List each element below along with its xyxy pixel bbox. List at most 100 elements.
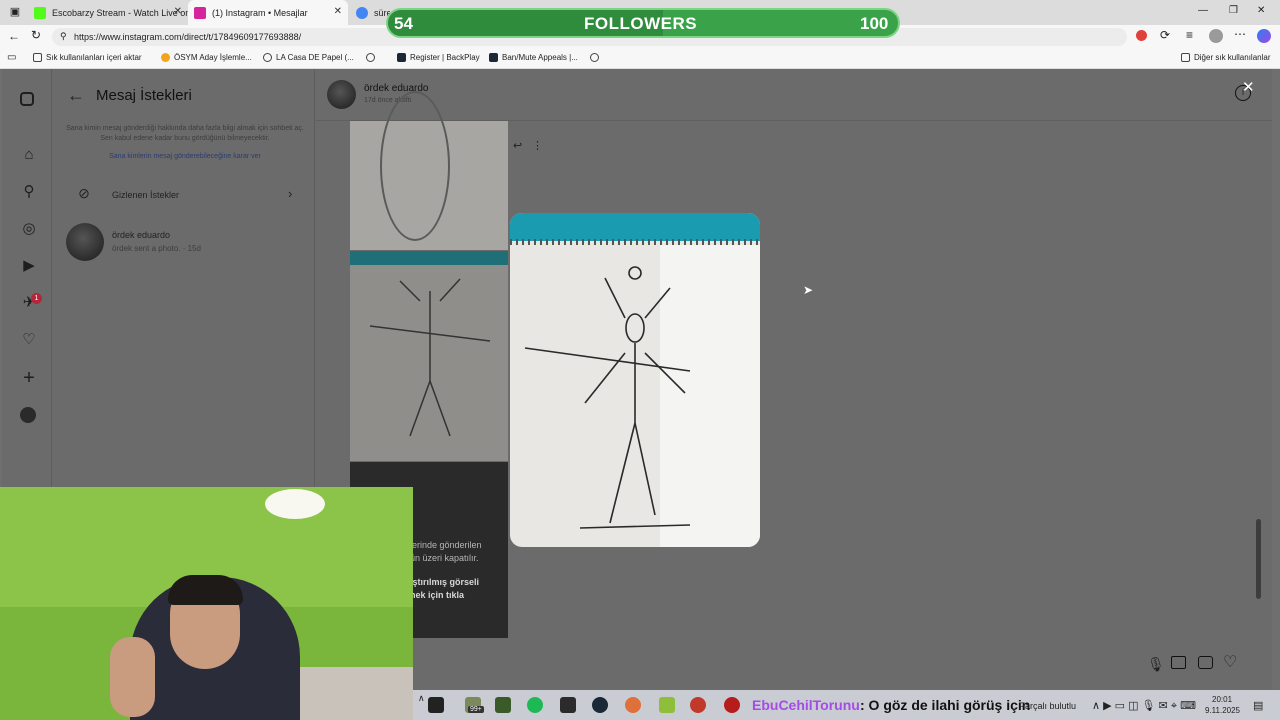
tab-title: (1) Instagram • Mesajlar [212,7,308,18]
sketch-figure [524,266,691,529]
chat-message: : O göz de ilahi görüş için [860,697,1031,713]
hidden-requests-label: Gizlenen İstekler [112,190,180,200]
notification-badge: 1 [31,293,42,304]
import-icon [33,53,42,62]
close-icon[interactable]: ✕ [1242,78,1255,96]
notice-action[interactable]: nek için tıkla [410,590,464,600]
search-icon[interactable]: ⚲ [20,183,38,201]
app-icon[interactable] [659,697,675,713]
app-icon[interactable] [625,697,641,713]
microphone-icon[interactable]: 🎙 [1147,656,1165,673]
requests-info: Sana kimin mesaj gönderdiği hakkında dah… [66,125,304,142]
steam-icon[interactable] [592,697,608,713]
notebook-cover [350,251,508,265]
google-icon [356,6,368,19]
scrollbar[interactable] [1256,519,1261,599]
notice-text: ün üzeri kapatılır. [410,553,479,563]
thread-name: ördek eduardo [112,230,171,240]
close-icon[interactable]: ✕ [334,6,342,17]
bookmark-other[interactable]: Diğer sık kullanılanlar [1181,53,1270,62]
webcam-feed [0,487,413,720]
heart-icon[interactable]: ♡ [1223,652,1237,672]
photo-message[interactable] [350,91,508,250]
globe-icon [263,53,272,62]
followers-label: FOLLOWERS [584,14,698,33]
app-icon[interactable] [495,697,511,713]
weather-text[interactable]: Parçalı bulutlu [1019,701,1076,711]
bookmark-osym[interactable]: ÖSYM Aday İşlemle... [161,53,252,62]
steam-icon [397,53,406,62]
maximize-button[interactable]: ❐ [1229,5,1238,16]
kick-icon [34,6,46,19]
tab-title: Escobarzy Stream - Watch Live on [52,7,188,18]
followers-goal-bar: 54 FOLLOWERS 100 [386,8,900,38]
tab-google[interactable]: sürek [350,0,390,25]
bookmark-import[interactable]: Sık kullanılanları içeri aktar [33,53,142,62]
home-icon[interactable]: ⌂ [20,146,38,164]
tab-actions-icon[interactable]: ▣ [8,5,22,19]
show-hidden-icon[interactable]: ∧ [418,693,425,704]
hidden-requests-row[interactable]: ⊘ Gizlenen İstekler › [53,177,315,213]
mouse-cursor-icon: ➤ [803,283,814,297]
spotify-icon[interactable] [527,697,543,713]
app-icon[interactable] [724,697,740,713]
tab-kick[interactable]: Escobarzy Stream - Watch Live on ✕ [28,0,188,25]
bookmark-sidebar-icon[interactable]: ▭ [7,52,16,63]
bookmark-ban-appeals[interactable]: Ban/Mute Appeals |... [489,53,578,62]
chat-panel: ördek eduardo 17d önce aktifti i lerinde… [316,69,1272,690]
sync-icon[interactable]: ⟳ [1160,28,1170,42]
osym-icon [161,53,170,62]
steam-icon [489,53,498,62]
photo-preview[interactable] [510,213,760,547]
instagram-icon[interactable] [20,92,34,106]
hair [168,575,243,605]
bookmark-la-casa[interactable]: LA Casa DE Papel (... [263,53,354,62]
collections-icon[interactable]: ≡ [1186,28,1193,42]
tab-instagram[interactable]: (1) Instagram • Mesajlar ✕ [188,0,348,25]
ceiling-light [265,489,325,519]
nvidia-icon[interactable] [428,697,444,713]
profile-avatar-icon[interactable] [1209,29,1223,43]
refresh-icon[interactable]: ↻ [31,28,41,42]
sketch-shape [380,91,450,241]
bookmark-globe-2[interactable] [590,53,603,62]
image-icon[interactable] [1171,656,1186,669]
clock-date[interactable]: 9.11.2025 [1205,706,1240,715]
reels-icon[interactable]: ▶ [20,257,38,275]
chat-username: EbuCehilTorunu [752,697,860,713]
tray-icons[interactable]: ∧ ▶ ▭ ◫ 🎙 ✉ ⌖ ⌨ [1092,699,1196,713]
clock-time[interactable]: 20:01 [1212,695,1232,704]
site-info-icon[interactable]: ⚲ [60,31,67,42]
extension-icon[interactable] [1136,30,1147,41]
notice-action[interactable]: ıştırılmış görseli [410,577,479,587]
hand [110,637,155,717]
who-can-message-link[interactable]: Sana kimlerin mesaj gönderebileceğine ka… [65,153,305,160]
notification-icon[interactable]: ▤ [1253,699,1263,712]
sticker-icon[interactable] [1198,656,1213,669]
photo-message[interactable] [350,251,508,461]
bookmark-globe[interactable] [366,53,379,62]
back-arrow-icon[interactable]: ← [8,29,20,43]
plus-icon[interactable]: + [20,368,38,388]
close-icon[interactable]: ✕ [174,6,182,17]
notebook-cover [510,213,760,241]
heart-icon[interactable]: ♡ [20,331,38,349]
chat-header: ördek eduardo 17d önce aktifti i [316,69,1272,121]
request-thread-item[interactable]: ördek eduardo ördek sent a photo. · 15d [53,222,315,262]
profile-icon[interactable] [20,407,36,423]
more-options-icon[interactable]: ⋮ [532,139,543,152]
reply-icon[interactable]: ↩ [513,139,522,152]
more-icon[interactable]: ⋯ [1234,27,1246,41]
followers-current: 54 [394,14,413,33]
explore-icon[interactable]: ◎ [20,220,38,238]
close-window-button[interactable]: ✕ [1257,5,1265,16]
bookmark-backplay[interactable]: Register | BackPlay [397,53,480,62]
app-icon[interactable] [690,697,706,713]
back-arrow-icon[interactable]: ← [67,85,85,106]
globe-icon [366,53,375,62]
copilot-icon[interactable] [1257,29,1271,43]
epic-games-icon[interactable] [560,697,576,713]
avatar[interactable] [327,80,356,109]
chevron-right-icon: › [288,186,293,201]
minimize-button[interactable]: — [1198,5,1208,16]
